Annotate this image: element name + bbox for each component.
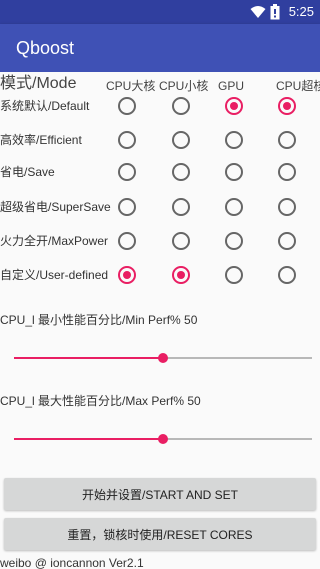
status-icons bbox=[250, 4, 280, 20]
radio-user-defined-gpu[interactable] bbox=[225, 266, 243, 284]
radio-efficient-cpu-big[interactable] bbox=[118, 131, 136, 149]
max-perf-label: CPU_l 最大性能百分比/Max Perf% 50 bbox=[0, 394, 201, 408]
status-bar: 5:25 bbox=[0, 0, 320, 24]
radio-maxpower-cpu-little[interactable] bbox=[172, 232, 190, 250]
mode-label-supersave: 超级省电/SuperSave bbox=[0, 200, 111, 214]
mode-label-user-defined: 自定义/User-defined bbox=[0, 268, 109, 282]
radio-supersave-cpu-big[interactable] bbox=[118, 198, 136, 216]
radio-save-gpu[interactable] bbox=[225, 163, 243, 181]
start-and-set-button[interactable]: 开始并设置/START AND SET bbox=[4, 478, 316, 510]
radio-supersave-gpu[interactable] bbox=[225, 198, 243, 216]
reset-cores-button[interactable]: 重置，锁核时使用/RESET CORES bbox=[4, 518, 316, 550]
radio-efficient-gpu[interactable] bbox=[225, 131, 243, 149]
radio-user-defined-cpu-prime[interactable] bbox=[278, 266, 296, 284]
app-bar: Qboost bbox=[0, 24, 320, 72]
radio-save-cpu-big[interactable] bbox=[118, 163, 136, 181]
radio-maxpower-cpu-big[interactable] bbox=[118, 232, 136, 250]
radio-default-cpu-big[interactable] bbox=[118, 97, 136, 115]
app-title: Qboost bbox=[16, 38, 75, 58]
radio-save-cpu-prime[interactable] bbox=[278, 163, 296, 181]
mode-label-default: 系统默认/Default bbox=[0, 99, 90, 113]
radio-maxpower-cpu-prime[interactable] bbox=[278, 232, 296, 250]
slider-thumb[interactable] bbox=[158, 353, 168, 363]
radio-save-cpu-little[interactable] bbox=[172, 163, 190, 181]
wifi-icon bbox=[250, 6, 266, 18]
mode-column-header: 模式/Mode bbox=[0, 75, 77, 92]
radio-supersave-cpu-little[interactable] bbox=[172, 198, 190, 216]
radio-efficient-cpu-little[interactable] bbox=[172, 131, 190, 149]
radio-user-defined-cpu-little[interactable] bbox=[172, 266, 190, 284]
mode-label-efficient: 高效率/Efficient bbox=[0, 133, 82, 147]
radio-default-cpu-prime[interactable] bbox=[278, 97, 296, 115]
min-perf-label: CPU_l 最小性能百分比/Min Perf% 50 bbox=[0, 313, 198, 327]
radio-default-cpu-little[interactable] bbox=[172, 97, 190, 115]
max-perf-slider[interactable] bbox=[14, 429, 312, 449]
min-perf-slider[interactable] bbox=[14, 348, 312, 368]
radio-user-defined-cpu-big[interactable] bbox=[118, 266, 136, 284]
mode-label-save: 省电/Save bbox=[0, 165, 55, 179]
radio-maxpower-gpu[interactable] bbox=[225, 232, 243, 250]
column-header-cpu-prime: CPU超核 bbox=[276, 79, 320, 93]
column-header-cpu-big: CPU大核 bbox=[106, 79, 156, 93]
slider-fill bbox=[14, 357, 163, 359]
status-time: 5:25 bbox=[288, 4, 314, 19]
column-header-cpu-little: CPU小核 bbox=[159, 79, 209, 93]
radio-efficient-cpu-prime[interactable] bbox=[278, 131, 296, 149]
radio-default-gpu[interactable] bbox=[225, 97, 243, 115]
column-header-gpu: GPU bbox=[218, 79, 245, 93]
main-content: 模式/Mode CPU大核 CPU小核 GPU CPU超核 系统默认/Defau… bbox=[0, 72, 320, 569]
slider-fill bbox=[14, 438, 163, 440]
mode-label-maxpower: 火力全开/MaxPower bbox=[0, 234, 109, 248]
radio-supersave-cpu-prime[interactable] bbox=[278, 198, 296, 216]
slider-thumb[interactable] bbox=[158, 434, 168, 444]
battery-icon bbox=[270, 4, 280, 20]
footer-credit: weibo @ ioncannon Ver2.1 bbox=[0, 556, 144, 569]
